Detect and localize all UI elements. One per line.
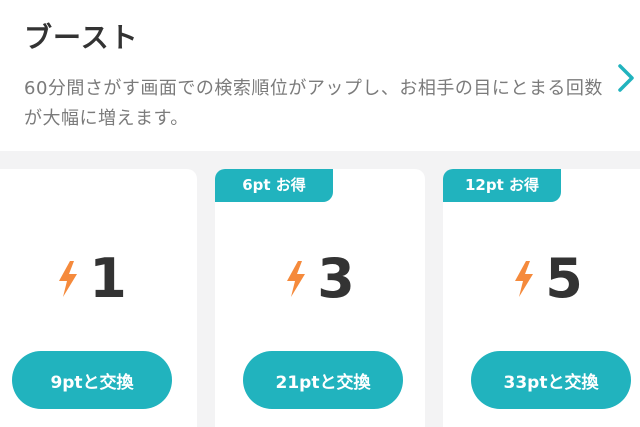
boost-card-2: 6pt お得 3 21ptと交換 xyxy=(215,169,425,427)
savings-badge: 12pt お得 xyxy=(443,169,561,202)
boost-card-3: 12pt お得 5 33ptと交換 xyxy=(443,169,640,427)
lightning-icon xyxy=(515,261,534,297)
exchange-button[interactable]: 9ptと交換 xyxy=(12,351,172,409)
boost-description: 60分間さがす画面での検索順位がアップし、お相手の目にとまる回数が大幅に増えます… xyxy=(24,78,603,129)
page-title: ブースト xyxy=(24,21,139,54)
boost-count: 5 xyxy=(443,247,640,311)
boost-count: 3 xyxy=(215,247,425,311)
boost-count-value: 3 xyxy=(317,247,355,310)
chevron-right-icon[interactable] xyxy=(614,62,638,94)
exchange-button[interactable]: 21ptと交換 xyxy=(243,351,403,409)
boost-header: ブースト 60分間さがす画面での検索順位がアップし、お相手の目にとまる回数が大幅… xyxy=(0,0,640,151)
lightning-icon xyxy=(287,261,306,297)
boost-count-value: 5 xyxy=(545,247,583,310)
savings-badge: 6pt お得 xyxy=(215,169,333,202)
boost-count-value: 1 xyxy=(89,247,127,310)
lightning-icon xyxy=(59,261,78,297)
boost-count: 1 xyxy=(0,247,197,311)
boost-card-1: 1 9ptと交換 xyxy=(0,169,197,427)
boost-screen: ブースト 60分間さがす画面での検索順位がアップし、お相手の目にとまる回数が大幅… xyxy=(0,0,640,427)
exchange-button[interactable]: 33ptと交換 xyxy=(471,351,631,409)
